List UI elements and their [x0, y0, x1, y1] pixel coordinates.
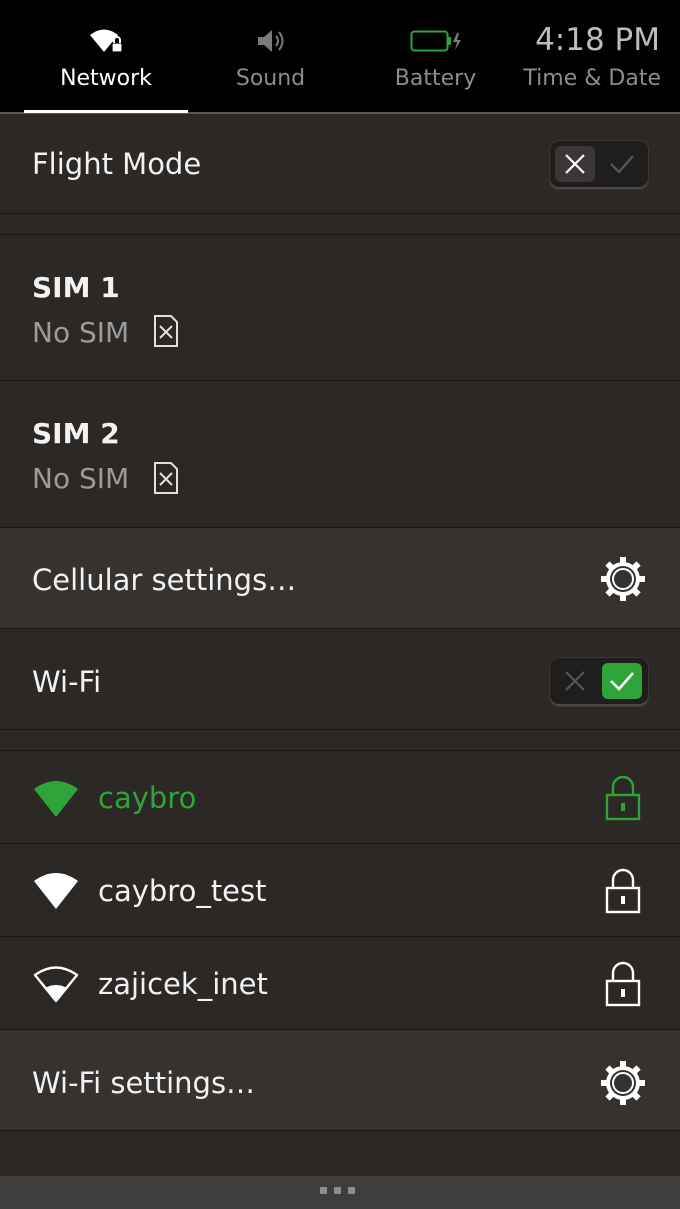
- tab-network-label: Network: [60, 66, 152, 91]
- cellular-settings-button[interactable]: Cellular settings…: [0, 528, 680, 629]
- sim2-title: SIM 2: [32, 417, 120, 450]
- flight-mode-row: Flight Mode: [0, 114, 680, 214]
- sim1-row: SIM 1 No SIM: [0, 234, 680, 381]
- tab-network[interactable]: Network: [24, 0, 188, 112]
- wifi-row: Wi-Fi: [0, 629, 680, 730]
- wifi-lock-icon: [24, 24, 188, 58]
- tab-battery[interactable]: Battery: [353, 0, 518, 112]
- sim2-row: SIM 2 No SIM: [0, 381, 680, 528]
- lock-icon: [605, 866, 643, 920]
- flight-mode-toggle[interactable]: [549, 140, 649, 190]
- wifi-label: Wi-Fi: [32, 665, 102, 699]
- wifi-signal-icon: [32, 871, 80, 915]
- lock-icon: [605, 773, 643, 827]
- tab-sound[interactable]: Sound: [188, 0, 353, 112]
- toggle-off-icon: [555, 663, 595, 699]
- tab-battery-label: Battery: [394, 66, 477, 91]
- tab-time-date[interactable]: 4:18 PM Time & Date: [518, 0, 680, 112]
- status-tab-bar: Network Sound Battery 4:18 PM Time & Dat…: [0, 0, 680, 112]
- gear-icon: [600, 1060, 646, 1110]
- wifi-signal-weak-icon: [32, 964, 80, 1008]
- wifi-signal-icon: [32, 779, 80, 823]
- sim-missing-icon: [153, 461, 179, 499]
- sim1-status: No SIM: [32, 316, 130, 349]
- network-item-caybro[interactable]: caybro: [0, 750, 680, 844]
- flight-mode-label: Flight Mode: [32, 147, 202, 181]
- network-name: zajicek_inet: [98, 967, 268, 1001]
- network-item-caybro-test[interactable]: caybro_test: [0, 844, 680, 937]
- speaker-icon: [188, 24, 353, 58]
- toggle-check-icon: [602, 663, 642, 699]
- sim2-status: No SIM: [32, 462, 130, 495]
- tab-time-date-label: Time & Date: [523, 66, 661, 91]
- sim1-title: SIM 1: [32, 271, 120, 304]
- battery-charging-icon: [353, 24, 518, 58]
- network-item-zajicek-inet[interactable]: zajicek_inet: [0, 937, 680, 1030]
- clock-time: 4:18 PM: [535, 22, 660, 58]
- toggle-check-icon: [602, 146, 642, 182]
- active-tab-indicator: [24, 110, 188, 113]
- wifi-toggle[interactable]: [549, 657, 649, 707]
- cellular-settings-label: Cellular settings…: [32, 563, 297, 597]
- tab-sound-label: Sound: [235, 66, 306, 91]
- gear-icon: [600, 556, 646, 606]
- network-name: caybro_test: [98, 874, 267, 908]
- sim-missing-icon: [153, 314, 179, 352]
- toggle-off-icon: [555, 146, 595, 182]
- wifi-settings-button[interactable]: Wi-Fi settings…: [0, 1030, 680, 1131]
- wifi-settings-label: Wi-Fi settings…: [32, 1066, 256, 1100]
- more-dots-icon[interactable]: [320, 1187, 355, 1194]
- lock-icon: [605, 959, 643, 1013]
- network-name: caybro: [98, 781, 197, 815]
